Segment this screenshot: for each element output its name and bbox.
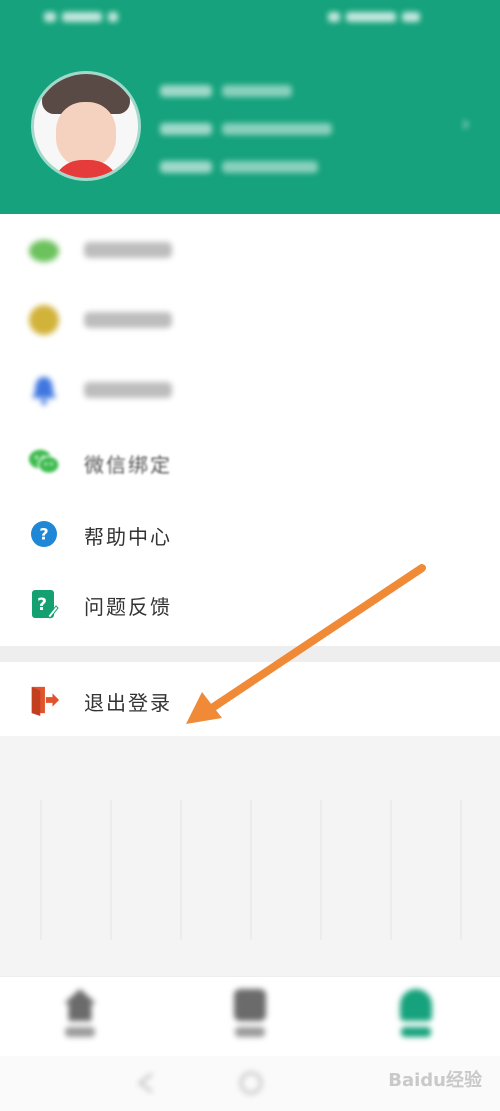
annotation-arrow-icon [186, 564, 426, 724]
